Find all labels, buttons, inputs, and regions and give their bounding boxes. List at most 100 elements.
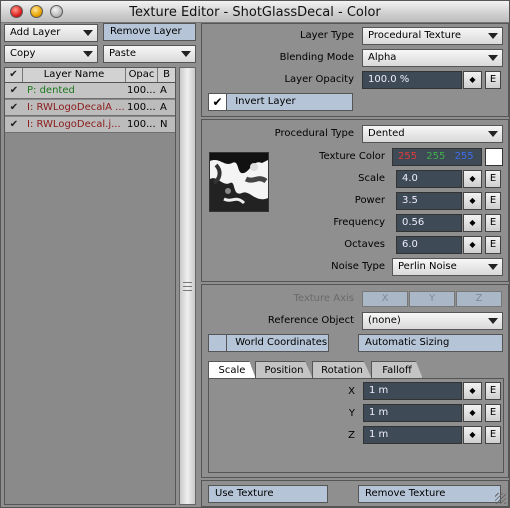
scale-x-input[interactable]: 1 m	[363, 382, 462, 400]
layer-opacity-envelope-button[interactable]: E	[485, 71, 501, 89]
scale-tab-panel: X 1 m ◆ E Y 1 m ◆ E Z 1 m ◆ E	[208, 378, 504, 473]
scale-y-envelope-button[interactable]: E	[485, 404, 501, 422]
power-input[interactable]: 3.5	[396, 192, 462, 210]
column-header-opacity[interactable]: Opac	[126, 68, 158, 82]
layer-row[interactable]: ✔ P: dented 100... A	[5, 83, 175, 99]
texture-color-input[interactable]: 255 255 255	[392, 148, 482, 166]
checkmark-icon[interactable]: ✔	[5, 68, 23, 82]
chevron-down-icon	[488, 131, 498, 137]
copy-dropdown[interactable]: Copy	[4, 45, 98, 63]
automatic-sizing-button[interactable]: Automatic Sizing	[358, 334, 503, 352]
layer-name: I: RWLogoDecalA ...	[27, 102, 125, 113]
use-texture-button[interactable]: Use Texture	[208, 485, 328, 503]
scale-y-spinner[interactable]: ◆	[463, 404, 482, 422]
procedural-section: Procedural Type Dented Texture Color 255…	[201, 119, 509, 282]
layer-type-dropdown[interactable]: Procedural Texture	[362, 27, 503, 45]
column-header-blend[interactable]: B	[158, 68, 175, 82]
scroll-grip-icon[interactable]	[183, 282, 192, 291]
paste-dropdown[interactable]: Paste	[103, 45, 196, 63]
invert-layer-checkbox[interactable]: ✔ Invert Layer	[208, 93, 353, 111]
scale-envelope-button[interactable]: E	[485, 170, 501, 188]
invert-layer-label: Invert Layer	[235, 96, 296, 107]
tab-position[interactable]: Position	[255, 361, 313, 379]
axis-x-button[interactable]: X	[362, 291, 408, 307]
color-red-value[interactable]: 255	[398, 151, 417, 162]
tab-rotation[interactable]: Rotation	[312, 361, 372, 379]
blending-mode-dropdown[interactable]: Alpha	[362, 49, 503, 67]
noise-type-dropdown[interactable]: Perlin Noise	[392, 258, 503, 276]
blending-mode-label: Blending Mode	[279, 52, 354, 63]
footer-section: Use Texture Remove Texture	[201, 480, 509, 507]
world-coordinates-checkbox[interactable]: World Coordinates	[208, 334, 329, 352]
window-title: Texture Editor - ShotGlassDecal - Color	[129, 5, 381, 20]
noise-type-value: Perlin Noise	[398, 261, 457, 272]
octaves-envelope-button[interactable]: E	[485, 236, 501, 254]
octaves-spinner[interactable]: ◆	[463, 236, 482, 254]
layer-type-value: Procedural Texture	[368, 30, 462, 41]
layer-settings-section: Layer Type Procedural Texture Blending M…	[201, 23, 509, 117]
axis-z-button[interactable]: Z	[456, 291, 502, 307]
checkmark-icon[interactable]: ✔	[5, 100, 23, 115]
scale-input[interactable]: 4.0	[396, 170, 462, 188]
chevron-down-icon	[488, 318, 498, 324]
layer-name: P: dented	[27, 85, 75, 96]
color-green-value[interactable]: 255	[420, 151, 445, 162]
scale-label: Scale	[358, 173, 385, 184]
procedural-type-dropdown[interactable]: Dented	[362, 125, 503, 143]
scale-y-label: Y	[348, 408, 355, 419]
copy-label: Copy	[10, 48, 36, 59]
scale-z-envelope-button[interactable]: E	[485, 426, 501, 444]
scale-z-input[interactable]: 1 m	[363, 426, 462, 444]
scale-spinner[interactable]: ◆	[463, 170, 482, 188]
chevron-down-icon	[488, 55, 498, 61]
layer-list: ✔ Layer Name Opac B ✔ P: dented 100... A…	[4, 67, 176, 505]
resize-grip-icon[interactable]	[495, 493, 506, 504]
chevron-down-icon	[488, 264, 498, 270]
layer-row[interactable]: ✔ I: RWLogoDecal.j... 100... N	[5, 117, 175, 133]
title-bar[interactable]: Texture Editor - ShotGlassDecal - Color	[1, 1, 509, 23]
layer-opacity-spinner[interactable]: ◆	[463, 71, 482, 89]
checkmark-icon: ✔	[209, 94, 227, 110]
texture-color-label: Texture Color	[319, 151, 385, 162]
scale-z-spinner[interactable]: ◆	[463, 426, 482, 444]
remove-layer-button[interactable]: Remove Layer	[103, 23, 196, 41]
scale-x-spinner[interactable]: ◆	[463, 382, 482, 400]
noise-type-label: Noise Type	[331, 261, 385, 272]
paste-label: Paste	[109, 48, 136, 59]
texture-preview-image	[210, 153, 268, 211]
chevron-down-icon	[488, 33, 498, 39]
layer-row[interactable]: ✔ I: RWLogoDecalA ... 100... A	[5, 100, 175, 116]
octaves-input[interactable]: 6.0	[396, 236, 462, 254]
texture-color-swatch[interactable]	[485, 148, 503, 166]
axis-y-button[interactable]: Y	[409, 291, 455, 307]
reference-object-label: Reference Object	[267, 315, 354, 326]
power-envelope-button[interactable]: E	[485, 192, 501, 210]
scale-x-label: X	[348, 386, 355, 397]
checkbox-empty-icon	[209, 335, 227, 351]
tab-scale[interactable]: Scale	[208, 361, 256, 379]
color-blue-value[interactable]: 255	[449, 151, 474, 162]
checkmark-icon[interactable]: ✔	[5, 117, 23, 132]
layer-opacity-input[interactable]: 100.0 %	[362, 71, 462, 89]
frequency-spinner[interactable]: ◆	[463, 214, 482, 232]
layer-list-scrollbar[interactable]	[179, 67, 196, 505]
procedural-type-value: Dented	[368, 128, 405, 139]
frequency-input[interactable]: 0.56	[396, 214, 462, 232]
power-spinner[interactable]: ◆	[463, 192, 482, 210]
reference-object-dropdown[interactable]: (none)	[362, 312, 503, 330]
layer-opacity: 100...	[127, 102, 156, 113]
add-layer-label: Add Layer	[10, 27, 61, 38]
column-header-name[interactable]: Layer Name	[23, 68, 126, 82]
add-layer-dropdown[interactable]: Add Layer	[4, 24, 98, 42]
layer-opacity-label: Layer Opacity	[284, 74, 354, 85]
tab-falloff[interactable]: Falloff	[371, 361, 423, 379]
scale-y-input[interactable]: 1 m	[363, 404, 462, 422]
layer-type-label: Layer Type	[299, 30, 354, 41]
checkmark-icon[interactable]: ✔	[5, 83, 23, 98]
remove-texture-button[interactable]: Remove Texture	[358, 485, 501, 503]
frequency-envelope-button[interactable]: E	[485, 214, 501, 232]
scale-x-envelope-button[interactable]: E	[485, 382, 501, 400]
layer-blend: A	[160, 102, 167, 113]
texture-editor-window: Texture Editor - ShotGlassDecal - Color …	[0, 0, 510, 508]
frequency-label: Frequency	[333, 217, 385, 228]
